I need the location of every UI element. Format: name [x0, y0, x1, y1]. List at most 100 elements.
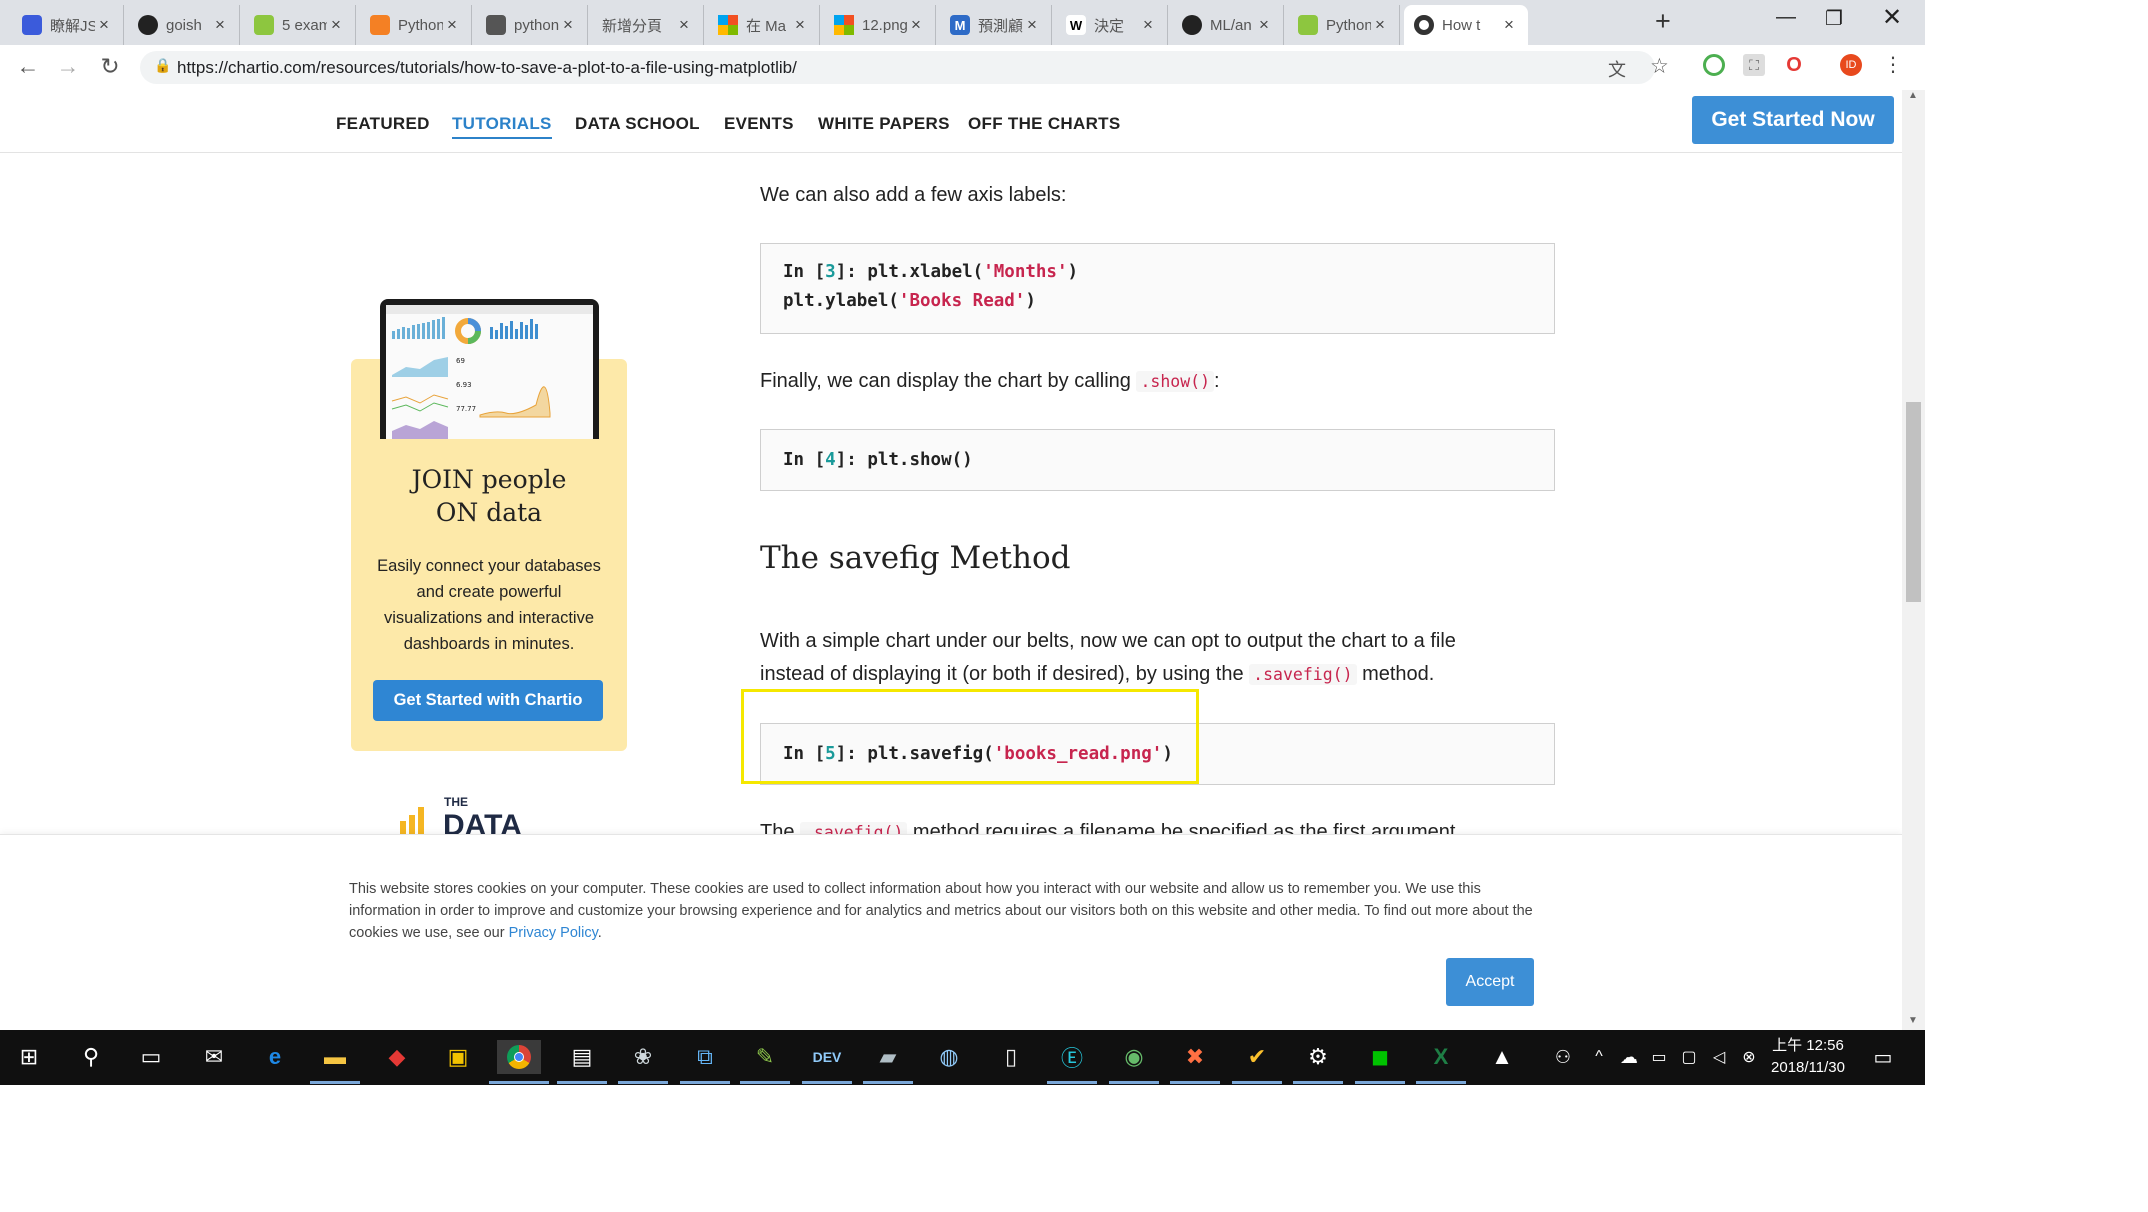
notification-x-icon[interactable]: ⊗: [1732, 1040, 1766, 1074]
app-icon-book[interactable]: ▰: [863, 1040, 913, 1084]
pdf-extension-icon[interactable]: ⛶: [1743, 54, 1765, 76]
nav-off-the-charts[interactable]: OFF THE CHARTS: [968, 114, 1120, 134]
xampp-icon[interactable]: ✖: [1170, 1040, 1220, 1084]
browser-tab[interactable]: Python ×: [1288, 5, 1400, 45]
nav-featured[interactable]: FEATURED: [336, 114, 430, 134]
onedrive-icon[interactable]: ☁: [1612, 1040, 1646, 1074]
scrollbar-thumb[interactable]: [1906, 402, 1921, 602]
w-favicon-icon: W: [1066, 15, 1086, 35]
store-icon[interactable]: ▣: [441, 1040, 475, 1074]
opera-extension-icon[interactable]: O: [1783, 54, 1805, 76]
leaf-favicon-icon: [1298, 15, 1318, 35]
browser-tab[interactable]: 瞭解JS ×: [12, 5, 124, 45]
settings-gear-icon[interactable]: ⚙: [1293, 1040, 1343, 1084]
browser-tab[interactable]: ML/an ×: [1172, 5, 1284, 45]
get-started-now-button[interactable]: Get Started Now: [1692, 96, 1894, 144]
reload-button[interactable]: ↻: [94, 53, 126, 80]
close-tab-icon[interactable]: ×: [791, 15, 809, 35]
browser-tab[interactable]: W 決定 ×: [1056, 5, 1168, 45]
app-icon-v[interactable]: ✔: [1232, 1040, 1282, 1084]
browser-tab-label: How t: [1442, 16, 1481, 34]
windows-start-icon[interactable]: ⊞: [12, 1040, 46, 1074]
nav-events[interactable]: EVENTS: [724, 114, 794, 134]
privacy-policy-link[interactable]: Privacy Policy: [509, 925, 598, 941]
network-icon[interactable]: ▢: [1672, 1040, 1706, 1074]
screen: 瞭解JS × goish × 5 exam × Python × python × 新增分頁 × 在 M…: [0, 0, 1925, 1085]
close-tab-icon[interactable]: ×: [675, 15, 693, 35]
devc-icon[interactable]: DEV: [802, 1040, 852, 1084]
close-tab-icon[interactable]: ×: [559, 15, 577, 35]
close-tab-icon[interactable]: ×: [95, 15, 113, 35]
browser-tab[interactable]: Python ×: [360, 5, 472, 45]
close-tab-icon[interactable]: ×: [443, 15, 461, 35]
browser-tab[interactable]: 新增分頁 ×: [592, 5, 704, 45]
task-view-icon[interactable]: ▭: [134, 1040, 168, 1074]
edge-icon[interactable]: e: [258, 1040, 292, 1074]
notepad-icon[interactable]: ✎: [740, 1040, 790, 1084]
people-icon[interactable]: ⚇: [1546, 1040, 1580, 1074]
browser-tab-label: 12.png: [862, 16, 907, 34]
line-icon[interactable]: ◼: [1355, 1040, 1405, 1084]
accept-cookies-button[interactable]: Accept: [1446, 958, 1534, 1006]
browser-tab-label: goish: [166, 16, 202, 34]
app-icon-doc[interactable]: ▯: [994, 1040, 1028, 1074]
app-icon-e[interactable]: Ⓔ: [1047, 1040, 1097, 1084]
tray-clock[interactable]: 上午 12:56 2018/11/30: [1763, 1035, 1853, 1079]
data-school-logo[interactable]: THE DATA: [400, 795, 560, 842]
minimize-button[interactable]: —: [1766, 6, 1806, 29]
nav-tutorials[interactable]: TUTORIALS: [452, 114, 552, 139]
mini-value-3: 77.77: [456, 405, 476, 413]
close-tab-icon[interactable]: ×: [1023, 15, 1041, 35]
address-bar[interactable]: 🔒 https://chartio.com/resources/tutorial…: [140, 51, 1669, 84]
app-icon-red[interactable]: ◆: [380, 1040, 414, 1074]
battery-icon[interactable]: ▭: [1642, 1040, 1676, 1074]
restore-button[interactable]: ❐: [1814, 6, 1854, 31]
nav-data-school[interactable]: DATA SCHOOL: [575, 114, 700, 134]
back-button[interactable]: ←: [12, 53, 44, 80]
browser-tab[interactable]: goish ×: [128, 5, 240, 45]
volume-icon[interactable]: ◁: [1702, 1040, 1736, 1074]
browser-tab[interactable]: python ×: [476, 5, 588, 45]
close-tab-icon[interactable]: ×: [907, 15, 925, 35]
browser-tab[interactable]: How t ×: [1404, 5, 1528, 45]
close-window-button[interactable]: ✕: [1872, 3, 1912, 32]
mail-icon[interactable]: ✉: [197, 1040, 231, 1074]
bookmark-star-icon[interactable]: ☆: [1650, 54, 1669, 79]
browser-tab[interactable]: 5 exam ×: [244, 5, 356, 45]
photos-icon[interactable]: ▲: [1485, 1040, 1519, 1074]
close-tab-icon[interactable]: ×: [211, 15, 229, 35]
page-scrollbar[interactable]: ▲ ▼: [1902, 90, 1925, 1030]
nav-white-papers[interactable]: WHITE PAPERS: [818, 114, 950, 134]
app-icon-globe[interactable]: ◍: [932, 1040, 966, 1074]
profile-avatar[interactable]: ID: [1840, 54, 1862, 76]
close-tab-icon[interactable]: ×: [327, 15, 345, 35]
close-tab-icon[interactable]: ×: [1139, 15, 1157, 35]
excel-icon[interactable]: X: [1416, 1040, 1466, 1084]
scroll-down-arrow-icon[interactable]: ▼: [1908, 1015, 1918, 1026]
scroll-up-arrow-icon[interactable]: ▲: [1908, 90, 1918, 101]
app-icon-bird[interactable]: ❀: [618, 1040, 668, 1084]
browser-tab-label: python: [514, 16, 559, 34]
action-center-icon[interactable]: ▭: [1866, 1040, 1900, 1074]
browser-tab[interactable]: 在 Ma ×: [708, 5, 820, 45]
close-tab-icon[interactable]: ×: [1500, 15, 1518, 35]
menu-kebab-icon[interactable]: ⋮: [1882, 54, 1904, 76]
close-tab-icon[interactable]: ×: [1371, 15, 1389, 35]
search-icon[interactable]: ⚲: [74, 1040, 108, 1074]
tray-chevron-icon[interactable]: ^: [1582, 1040, 1616, 1074]
get-started-with-chartio-button[interactable]: Get Started with Chartio: [373, 680, 603, 721]
browser-tab[interactable]: M 預測顧 ×: [940, 5, 1052, 45]
translate-icon[interactable]: 文: [1608, 56, 1626, 82]
close-tab-icon[interactable]: ×: [1255, 15, 1273, 35]
file-explorer-icon[interactable]: ▬: [310, 1040, 360, 1084]
network-app-icon[interactable]: ⧉: [680, 1040, 730, 1084]
terminal-icon[interactable]: ▤: [557, 1040, 607, 1084]
section-heading-savefig: The savefig Method: [760, 540, 1071, 576]
extension-icon[interactable]: [1703, 54, 1725, 76]
browser-tab[interactable]: 12.png ×: [824, 5, 936, 45]
new-tab-button[interactable]: +: [1655, 6, 1671, 37]
app-icon-green[interactable]: ◉: [1109, 1040, 1159, 1084]
chrome-icon[interactable]: [489, 1040, 549, 1084]
promo-title-line2: ON data: [435, 498, 543, 527]
forward-button[interactable]: →: [52, 53, 84, 80]
